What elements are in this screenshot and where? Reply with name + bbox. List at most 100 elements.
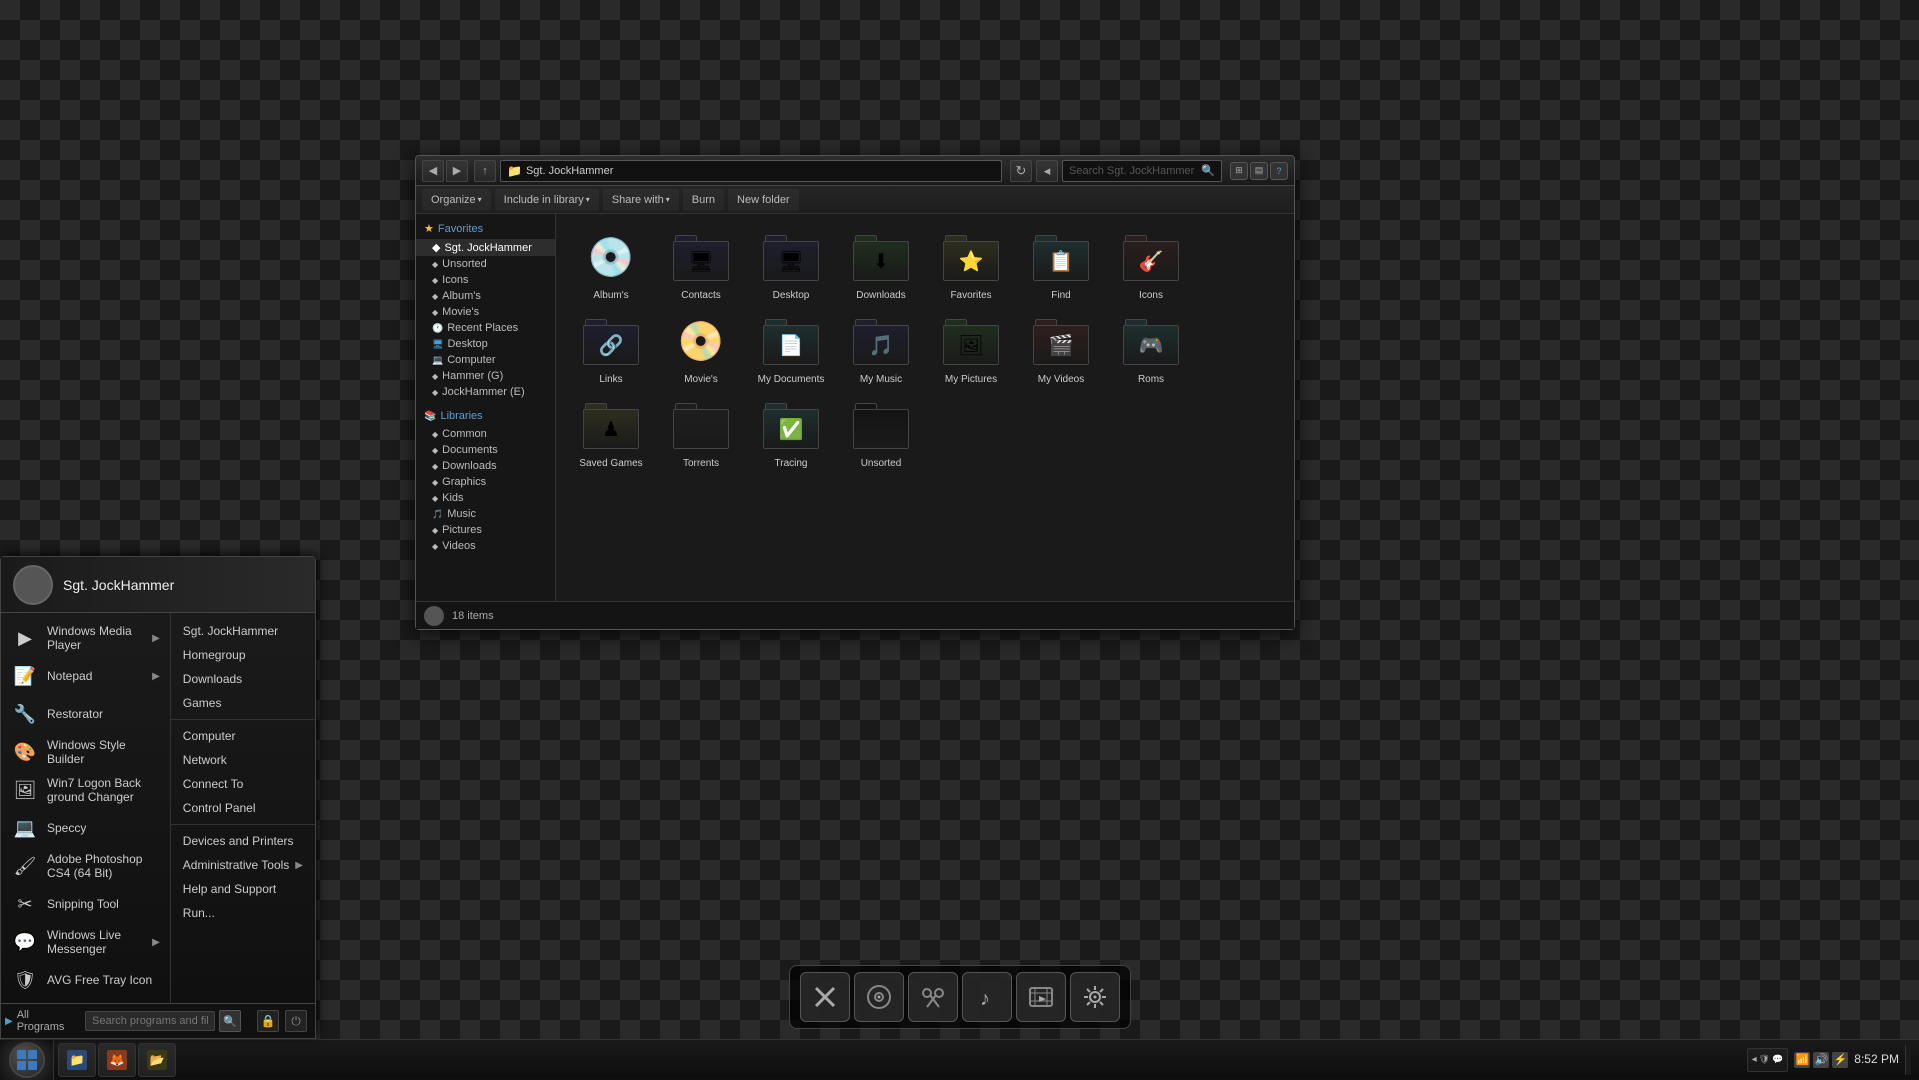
tray-expand-btn[interactable]: ◂ 🛡 💬 <box>1747 1048 1789 1072</box>
volume-tray-icon[interactable]: 🔊 <box>1813 1052 1829 1068</box>
right-item-label-6: Connect To <box>183 777 244 791</box>
up-button[interactable]: ↑ <box>474 160 496 182</box>
nav-item-pictures-lib[interactable]: ◆ Pictures <box>416 522 555 538</box>
start-right-item-8[interactable]: Devices and Printers <box>171 829 315 853</box>
nav-item-computer[interactable]: 💻 Computer <box>416 352 555 368</box>
start-left-item-9[interactable]: 🛡 AVG Free Tray Icon <box>1 961 170 999</box>
search-input[interactable] <box>85 1011 215 1031</box>
file-icon-9[interactable]: 📄 My Documents <box>746 308 836 392</box>
file-icon-1[interactable]: 🖥 Contacts <box>656 224 746 308</box>
libraries-section[interactable]: 📚 Libraries <box>416 406 555 426</box>
new-folder-button[interactable]: New folder <box>728 189 799 211</box>
battery-tray-icon[interactable]: ⚡ <box>1832 1052 1848 1068</box>
file-icon-15[interactable]: Torrents <box>656 392 746 476</box>
file-icon-16[interactable]: ✅ Tracing <box>746 392 836 476</box>
file-icon-11[interactable]: 🖼 My Pictures <box>926 308 1016 392</box>
file-icon-8[interactable]: 📀 Movie's <box>656 308 746 392</box>
start-right-item-5[interactable]: Network <box>171 748 315 772</box>
dock-settings-button[interactable] <box>1070 972 1120 1022</box>
start-right-item-11[interactable]: Run... <box>171 901 315 925</box>
nav-item-jockhammere[interactable]: ◆ JockHammer (E) <box>416 384 555 400</box>
lock-button[interactable]: 🔒 <box>257 1010 279 1032</box>
nav-item-recent[interactable]: 🕐 Recent Places <box>416 320 555 336</box>
all-programs-btn[interactable]: ▶ All Programs <box>1 1004 77 1038</box>
power-button[interactable]: ⏻ <box>285 1010 307 1032</box>
organize-button[interactable]: Organize ▾ <box>422 189 491 211</box>
start-left-item-3[interactable]: 🎨 Windows Style Builder <box>1 733 170 771</box>
nav-item-downloads-lib[interactable]: ◆ Downloads <box>416 458 555 474</box>
dock-music-button[interactable]: ♪ <box>962 972 1012 1022</box>
start-left-item-0[interactable]: ▶ Windows Media Player ▶ <box>1 619 170 657</box>
start-left-item-6[interactable]: 🖌 Adobe Photoshop CS4 (64 Bit) <box>1 847 170 885</box>
dock-video-button[interactable] <box>1016 972 1066 1022</box>
nav-item-albums[interactable]: ◆ Album's <box>416 288 555 304</box>
start-right-item-10[interactable]: Help and Support <box>171 877 315 901</box>
nav-item-unsorted[interactable]: ◆ Unsorted <box>416 256 555 272</box>
nav-item-movies[interactable]: ◆ Movie's <box>416 304 555 320</box>
share-with-button[interactable]: Share with ▾ <box>603 189 679 211</box>
taskbar-item-explorer[interactable]: 📁 <box>58 1043 96 1077</box>
search-submit-btn[interactable]: 🔍 <box>219 1010 241 1032</box>
file-icon-2[interactable]: 🖥 Desktop <box>746 224 836 308</box>
folder-body-5: 📋 <box>1033 241 1089 281</box>
file-icon-13[interactable]: 🎮 Roms <box>1106 308 1196 392</box>
nav-item-documents[interactable]: ◆ Documents <box>416 442 555 458</box>
start-right-item-0[interactable]: Sgt. JockHammer <box>171 619 315 643</box>
start-left-item-2[interactable]: 🔧 Restorator <box>1 695 170 733</box>
start-left-item-7[interactable]: ✂ Snipping Tool <box>1 885 170 923</box>
nav-item-icons[interactable]: ◆ Icons <box>416 272 555 288</box>
nav-item-desktop[interactable]: 🖥 Desktop <box>416 336 555 352</box>
start-button[interactable] <box>0 1040 54 1080</box>
start-right-item-3[interactable]: Games <box>171 691 315 715</box>
start-left-item-8[interactable]: 💬 Windows Live Messenger ▶ <box>1 923 170 961</box>
nav-item-videos-lib[interactable]: ◆ Videos <box>416 538 555 554</box>
file-icon-6[interactable]: 🎸 Icons <box>1106 224 1196 308</box>
forward-button[interactable]: ▶ <box>446 160 468 182</box>
nav-item-hammerg[interactable]: ◆ Hammer (G) <box>416 368 555 384</box>
burn-button[interactable]: Burn <box>683 189 724 211</box>
include-library-button[interactable]: Include in library ▾ <box>495 189 599 211</box>
file-icon-10[interactable]: 🎵 My Music <box>836 308 926 392</box>
nav-item-kids[interactable]: ◆ Kids <box>416 490 555 506</box>
search-bar[interactable]: Search Sgt. JockHammer 🔍 <box>1062 160 1222 182</box>
dock-media-button[interactable] <box>854 972 904 1022</box>
file-icon-17[interactable]: Unsorted <box>836 392 926 476</box>
address-bar[interactable]: 📁 Sgt. JockHammer <box>500 160 1002 182</box>
nav-item-sgt[interactable]: ◆ Sgt. JockHammer <box>416 239 555 256</box>
start-left-item-1[interactable]: 📝 Notepad ▶ <box>1 657 170 695</box>
taskbar-item-folder[interactable]: 📂 <box>138 1043 176 1077</box>
start-right-item-1[interactable]: Homegroup <box>171 643 315 667</box>
search-options-button[interactable]: ◂ <box>1036 160 1058 182</box>
start-left-item-5[interactable]: 💻 Speccy <box>1 809 170 847</box>
nav-item-music-lib[interactable]: 🎵 Music <box>416 506 555 522</box>
network-tray-icon[interactable]: 📶 <box>1794 1052 1810 1068</box>
taskbar-item-firefox[interactable]: 🦊 <box>98 1043 136 1077</box>
show-desktop-btn[interactable] <box>1905 1045 1911 1075</box>
system-clock[interactable]: 8:52 PM <box>1854 1051 1899 1068</box>
view-button2[interactable]: ▤ <box>1250 162 1268 180</box>
refresh-button[interactable]: ↻ <box>1010 160 1032 182</box>
view-button[interactable]: ⊞ <box>1230 162 1248 180</box>
file-icon-3[interactable]: ⬇ Downloads <box>836 224 926 308</box>
file-icon-4[interactable]: ⭐ Favorites <box>926 224 1016 308</box>
file-icon-7[interactable]: 🔗 Links <box>566 308 656 392</box>
file-icon-14[interactable]: ♟ Saved Games <box>566 392 656 476</box>
lib-dot1: ◆ <box>432 430 438 439</box>
start-right-item-6[interactable]: Connect To <box>171 772 315 796</box>
back-button[interactable]: ◀ <box>422 160 444 182</box>
file-icon-5[interactable]: 📋 Find <box>1016 224 1106 308</box>
start-right-item-9[interactable]: Administrative Tools ▶ <box>171 853 315 877</box>
file-icon-0[interactable]: 💿 Album's <box>566 224 656 308</box>
help-button[interactable]: ? <box>1270 162 1288 180</box>
file-icon-12[interactable]: 🎬 My Videos <box>1016 308 1106 392</box>
start-right-item-7[interactable]: Control Panel <box>171 796 315 820</box>
start-right-item-2[interactable]: Downloads <box>171 667 315 691</box>
nav-item-common[interactable]: ◆ Common <box>416 426 555 442</box>
favorites-section[interactable]: ★ Favorites <box>416 218 555 239</box>
clock-icon: 🕐 <box>432 323 443 334</box>
nav-item-graphics[interactable]: ◆ Graphics <box>416 474 555 490</box>
dock-tools-button[interactable] <box>908 972 958 1022</box>
start-left-item-4[interactable]: 🖼 Win7 Logon Back ground Changer <box>1 771 170 809</box>
dock-x-button[interactable] <box>800 972 850 1022</box>
start-right-item-4[interactable]: Computer <box>171 724 315 748</box>
